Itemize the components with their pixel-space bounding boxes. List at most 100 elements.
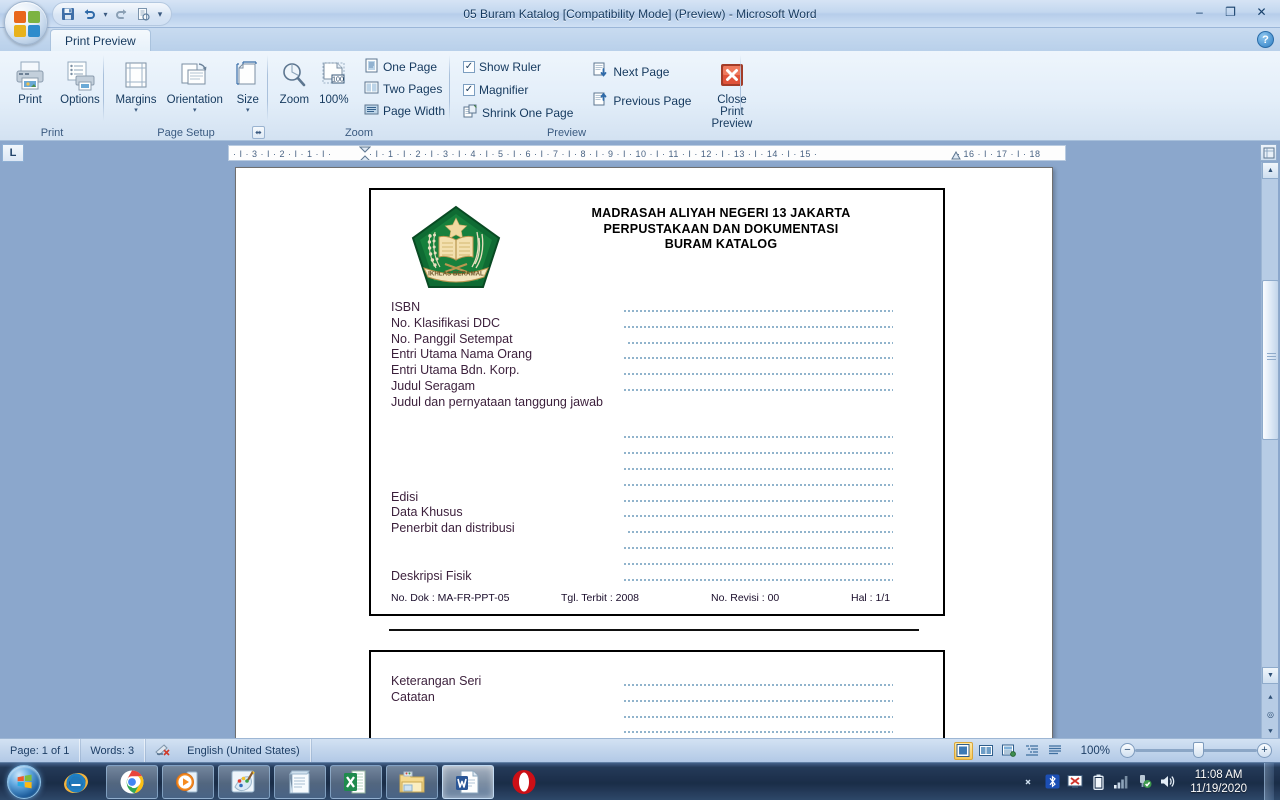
zoom-slider[interactable]: − + [1120, 742, 1272, 758]
volume-icon[interactable] [1159, 774, 1175, 790]
view-draft-button[interactable] [1046, 742, 1065, 760]
hruler-tail-ticks: · 16 · I · 17 · I · 18 [957, 149, 1041, 159]
page-setup-dialog-launcher[interactable]: ⬌ [252, 126, 265, 139]
status-language[interactable]: English (United States) [177, 738, 311, 763]
print-button[interactable]: Print [6, 53, 54, 107]
show-ruler-checkbox[interactable]: ✓ Show Ruler [458, 56, 578, 77]
start-button[interactable] [2, 764, 46, 799]
status-zoom-level[interactable]: 100% [1081, 745, 1110, 757]
scrollbar-thumb[interactable] [1262, 280, 1279, 440]
taskbar-item-notepad[interactable] [274, 764, 326, 799]
battery-icon[interactable] [1090, 774, 1106, 790]
taskbar-item-opera-browser[interactable] [498, 765, 550, 799]
margins-icon [120, 58, 152, 94]
right-indent-marker[interactable] [951, 150, 961, 160]
scroll-up-button[interactable]: ▲ [1262, 162, 1279, 179]
save-icon[interactable] [58, 4, 78, 24]
vertical-scrollbar[interactable]: ▲ ▼ ⯅ ◎ ⯆ [1261, 162, 1279, 740]
quick-access-toolbar: ▾ ▾ [52, 2, 172, 26]
undo-dropdown-icon[interactable]: ▾ [100, 4, 111, 24]
header-line-3: BURAM KATALOG [664, 237, 778, 251]
zoom-out-button[interactable]: − [1120, 743, 1135, 758]
window-controls: – ❐ ✕ [1185, 2, 1276, 22]
zoom-slider-track[interactable] [1135, 742, 1257, 758]
close-button[interactable]: ✕ [1247, 2, 1276, 22]
one-page-icon [364, 58, 379, 76]
taskbar-item-media-player[interactable] [162, 764, 214, 799]
catalog-field-list: ISBN No. Klasifikasi DDC No. Panggil Setem… [391, 300, 931, 584]
size-button[interactable]: Size ▾ [228, 53, 268, 116]
catalog-field-dotted-line [623, 562, 893, 565]
restore-button[interactable]: ❐ [1216, 2, 1245, 22]
two-pages-button[interactable]: Two Pages [359, 78, 450, 99]
catalog-field-label: Edisi [391, 489, 419, 504]
catalog-field-label: No. Klasifikasi DDC [391, 315, 501, 330]
redo-icon[interactable] [112, 4, 132, 24]
ribbon-group-preview: ✓ Show Ruler ✓ Magnifier Shrink One Page [450, 51, 752, 141]
indent-marker-top[interactable] [358, 146, 372, 160]
display-error-icon[interactable] [1067, 774, 1083, 790]
shrink-one-page-button[interactable]: Shrink One Page [458, 102, 578, 123]
ribbon-group-zoom: Zoom 100 100% One Page Two Pages Page Wi… [268, 51, 450, 141]
status-proofing[interactable] [145, 739, 177, 763]
previous-page-nav-icon[interactable]: ⯅ [1262, 689, 1279, 706]
show-hidden-icons-icon[interactable] [1021, 774, 1037, 790]
print-preview-icon[interactable] [133, 4, 153, 24]
zoom-slider-thumb[interactable] [1193, 742, 1204, 758]
close-print-preview-button[interactable]: Close Print Preview [710, 53, 753, 131]
next-page-button[interactable]: Next Page [588, 61, 696, 82]
minimize-button[interactable]: – [1185, 2, 1214, 22]
options-button-label: Options [60, 94, 100, 106]
bluetooth-icon[interactable] [1044, 774, 1060, 790]
zoom-label: Zoom [279, 94, 310, 106]
taskbar-clock[interactable]: 11:08 AM 11/19/2020 [1182, 768, 1255, 796]
help-icon[interactable]: ? [1257, 31, 1274, 48]
orientation-button[interactable]: Orientation ▾ [163, 53, 227, 116]
taskbar-item-paint[interactable] [218, 764, 270, 799]
magnifier-checkbox[interactable]: ✓ Magnifier [458, 79, 578, 100]
catalog-field-row: Keterangan Seri [391, 674, 931, 690]
tab-print-preview[interactable]: Print Preview [50, 29, 151, 51]
previous-page-button[interactable]: Previous Page [588, 90, 696, 111]
select-browse-object-icon[interactable]: ◎ [1262, 706, 1279, 723]
next-page-label: Next Page [613, 64, 670, 79]
status-page-number[interactable]: Page: 1 of 1 [0, 738, 81, 763]
taskbar-item-microsoft-word[interactable] [442, 764, 494, 799]
horizontal-ruler[interactable]: · I · 3 · I · 2 · I · 1 · I · · I · 1 · … [228, 145, 1066, 161]
view-ruler-toggle-icon[interactable] [1260, 144, 1277, 161]
catalog-field-row: No. Klasifikasi DDC [391, 316, 931, 332]
catalog-field-row: No. Panggil Setempat [391, 332, 931, 348]
catalog-field-row: Edisi [391, 490, 931, 506]
taskbar-item-microsoft-excel[interactable] [330, 764, 382, 799]
zoom-button[interactable]: Zoom [276, 53, 313, 107]
options-button[interactable]: Options [56, 53, 104, 107]
catalog-field-row [391, 721, 931, 737]
view-outline-button[interactable] [1023, 742, 1042, 760]
usb-safely-remove-icon[interactable] [1136, 774, 1152, 790]
orientation-dropdown-arrow[interactable]: ▾ [193, 106, 197, 115]
show-desktop-button[interactable] [1264, 762, 1274, 800]
tab-selector-button[interactable]: L [2, 144, 24, 162]
taskbar-item-internet-explorer[interactable] [50, 765, 102, 799]
view-print-layout-button[interactable] [953, 741, 973, 760]
status-word-count[interactable]: Words: 3 [80, 738, 146, 763]
undo-icon[interactable] [79, 4, 99, 24]
view-full-screen-reading-button[interactable] [977, 742, 996, 760]
zoom-in-button[interactable]: + [1257, 743, 1272, 758]
one-page-button[interactable]: One Page [359, 56, 450, 77]
catalog-field-dotted-line [623, 388, 893, 391]
view-web-layout-button[interactable] [1000, 742, 1019, 760]
scroll-down-button[interactable]: ▼ [1262, 667, 1279, 684]
margins-button[interactable]: Margins ▾ [110, 53, 162, 116]
taskbar-item-google-chrome[interactable] [106, 764, 158, 799]
document-canvas[interactable]: IKHLAS BERAMAL MADRASAH ALIYAH NEGERI 13… [2, 164, 1256, 740]
margins-dropdown-arrow[interactable]: ▾ [134, 106, 138, 115]
page-width-button[interactable]: Page Width [359, 100, 450, 121]
customize-qat-icon[interactable]: ▾ [154, 4, 166, 24]
zoom-100-button[interactable]: 100 100% [315, 53, 353, 107]
network-signal-icon[interactable] [1113, 774, 1129, 790]
size-dropdown-arrow[interactable]: ▾ [246, 106, 250, 115]
taskbar-item-windows-explorer[interactable] [386, 764, 438, 799]
catalog-form-box-2: Keterangan Seri Catatan [369, 650, 945, 740]
office-button[interactable] [4, 1, 48, 45]
